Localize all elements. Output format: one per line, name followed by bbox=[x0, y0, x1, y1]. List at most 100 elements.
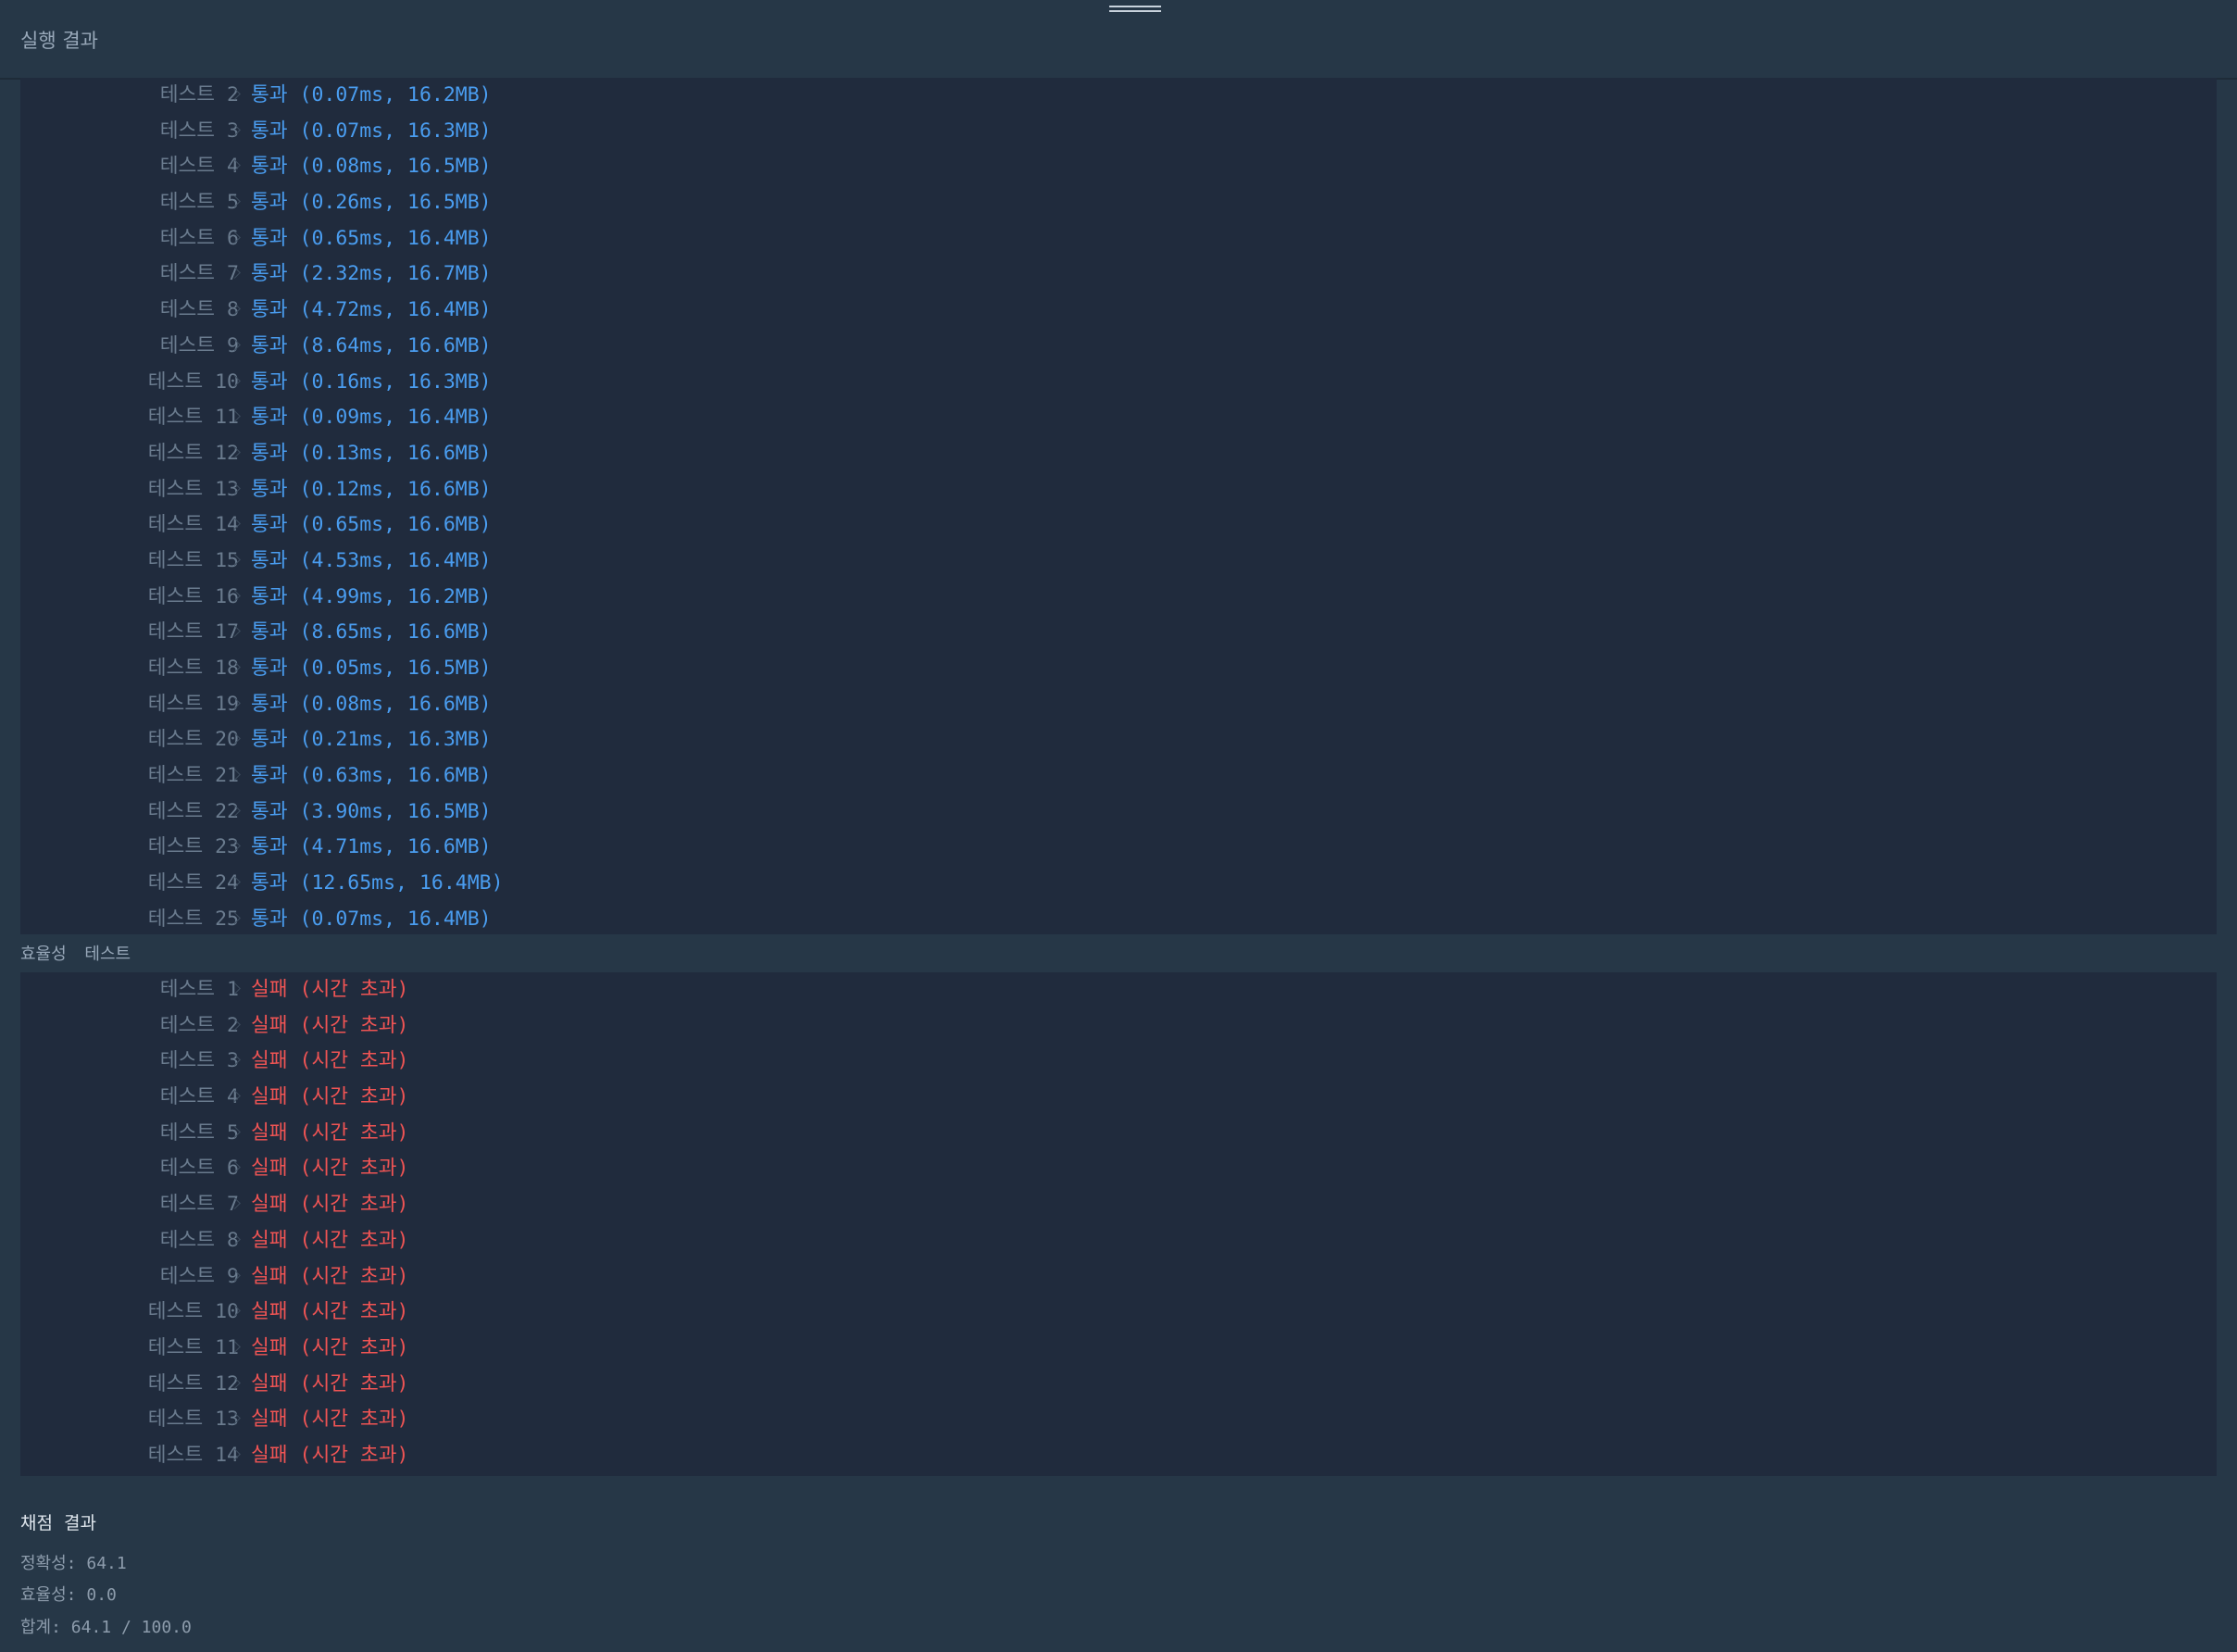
test-result-row: 테스트 14 실패 (시간 초과) bbox=[20, 1438, 2217, 1474]
pass-result: 통과 (8.64ms, 16.6MB) bbox=[251, 333, 492, 357]
test-result-row: 테스트 8 통과 (4.72ms, 16.4MB) bbox=[20, 293, 2217, 329]
test-label: 테스트 3 bbox=[160, 114, 239, 150]
test-label: 테스트 8 bbox=[160, 293, 239, 329]
test-result-row: 테스트 7 실패 (시간 초과) bbox=[20, 1187, 2217, 1223]
fail-result: 실패 (시간 초과) bbox=[251, 978, 409, 1001]
pass-result: 통과 (0.65ms, 16.6MB) bbox=[251, 513, 492, 537]
test-label: 테스트 20 bbox=[148, 722, 239, 758]
pass-result: 통과 (0.07ms, 16.3MB) bbox=[251, 119, 492, 143]
fail-result: 실패 (시간 초과) bbox=[251, 1193, 409, 1217]
resize-handle[interactable] bbox=[1109, 6, 1161, 19]
test-result-row: 테스트 5 통과 (0.26ms, 16.5MB) bbox=[20, 185, 2217, 221]
test-label-text: 테스트 bbox=[147, 1371, 204, 1395]
test-label-text: 테스트 bbox=[159, 83, 216, 106]
test-result-row: 테스트 13 통과 (0.12ms, 16.6MB) bbox=[20, 472, 2217, 508]
pass-result: 통과 (4.99ms, 16.2MB) bbox=[251, 584, 492, 608]
efficiency-test-list: 테스트 1 실패 (시간 초과) 테스트 2 실패 (시간 초과) 테스트 3 실패 (시간 초… bbox=[20, 972, 2217, 1476]
test-result-row: 테스트 2 실패 (시간 초과) bbox=[20, 1008, 2217, 1045]
test-label: 테스트 8 bbox=[160, 1223, 239, 1259]
test-result-row: 테스트 25 통과 (0.07ms, 16.4MB) bbox=[20, 902, 2217, 938]
test-label-text: 테스트 bbox=[147, 728, 204, 752]
test-label: 테스트 6 bbox=[160, 221, 239, 257]
test-label: 테스트 9 bbox=[160, 1259, 239, 1295]
test-label: 테스트 14 bbox=[148, 507, 239, 544]
resize-grip-line bbox=[1109, 10, 1161, 12]
pass-result: 통과 (4.72ms, 16.4MB) bbox=[251, 298, 492, 322]
test-label: 테스트 5 bbox=[160, 185, 239, 221]
test-label-text: 테스트 bbox=[159, 298, 216, 322]
test-result-row: 테스트 10 통과 (0.16ms, 16.3MB) bbox=[20, 365, 2217, 401]
test-label: 테스트 15 bbox=[148, 544, 239, 580]
test-label: 테스트 25 bbox=[148, 902, 239, 938]
test-label: 테스트 22 bbox=[148, 795, 239, 831]
test-label-text: 테스트 bbox=[159, 1193, 216, 1217]
fail-result: 실패 (시간 초과) bbox=[251, 1013, 409, 1037]
test-result-row: 테스트 12 통과 (0.13ms, 16.6MB) bbox=[20, 436, 2217, 472]
test-result-row: 테스트 12 실패 (시간 초과) bbox=[20, 1367, 2217, 1403]
test-label-text: 테스트 bbox=[147, 1443, 204, 1467]
test-result-row: 테스트 17 통과 (8.65ms, 16.6MB) bbox=[20, 615, 2217, 651]
test-label-text: 테스트 bbox=[159, 226, 216, 250]
test-label-text: 테스트 bbox=[147, 907, 204, 931]
test-label-text: 테스트 bbox=[147, 441, 204, 465]
fail-result: 실패 (시간 초과) bbox=[251, 1157, 409, 1181]
resize-grip-line bbox=[1109, 6, 1161, 7]
test-label-text: 테스트 bbox=[147, 835, 204, 859]
test-result-row: 테스트 7 통과 (2.32ms, 16.7MB) bbox=[20, 257, 2217, 293]
fail-result: 실패 (시간 초과) bbox=[251, 1408, 409, 1432]
fail-result: 실패 (시간 초과) bbox=[251, 1228, 409, 1252]
pass-result: 통과 (0.12ms, 16.6MB) bbox=[251, 477, 492, 501]
test-label-text: 테스트 bbox=[147, 1335, 204, 1359]
fail-result: 실패 (시간 초과) bbox=[251, 1443, 409, 1467]
result-window: 실행 결과 테스트 2 통과 (0.07ms, 16.2MB) 테스트 3 통과 (0.0… bbox=[0, 0, 2237, 1652]
test-label: 테스트 11 bbox=[148, 1331, 239, 1367]
pass-result: 통과 (3.90ms, 16.5MB) bbox=[251, 799, 492, 823]
test-label-text: 테스트 bbox=[159, 1013, 216, 1037]
pass-result: 통과 (0.08ms, 16.6MB) bbox=[251, 692, 492, 716]
test-label: 테스트 14 bbox=[148, 1438, 239, 1474]
test-label-text: 테스트 bbox=[147, 657, 204, 680]
test-label-text: 테스트 bbox=[159, 191, 216, 215]
test-result-row: 테스트 4 실패 (시간 초과) bbox=[20, 1080, 2217, 1116]
test-label: 테스트 11 bbox=[148, 400, 239, 436]
test-result-row: 테스트 21 통과 (0.63ms, 16.6MB) bbox=[20, 758, 2217, 795]
test-result-row: 테스트 10 실패 (시간 초과) bbox=[20, 1295, 2217, 1331]
test-label: 테스트 13 bbox=[148, 472, 239, 508]
efficiency-section-title: 효율성 테스트 bbox=[20, 945, 131, 964]
test-label-text: 테스트 bbox=[159, 1120, 216, 1145]
fail-result: 실패 (시간 초과) bbox=[251, 1335, 409, 1359]
pass-result: 통과 (0.13ms, 16.6MB) bbox=[251, 441, 492, 465]
test-label-text: 테스트 bbox=[159, 978, 216, 1001]
test-result-row: 테스트 2 통과 (0.07ms, 16.2MB) bbox=[20, 78, 2217, 114]
accuracy-test-list: 테스트 2 통과 (0.07ms, 16.2MB) 테스트 3 통과 (0.07ms, 1… bbox=[20, 78, 2217, 934]
fail-result: 실패 (시간 초과) bbox=[251, 1049, 409, 1073]
test-result-row: 테스트 9 실패 (시간 초과) bbox=[20, 1259, 2217, 1295]
test-result-row: 테스트 23 통과 (4.71ms, 16.6MB) bbox=[20, 830, 2217, 866]
test-label: 테스트 10 bbox=[148, 1295, 239, 1331]
test-label: 테스트 24 bbox=[148, 866, 239, 902]
test-label-text: 테스트 bbox=[159, 155, 216, 179]
test-label: 테스트 4 bbox=[160, 149, 239, 185]
test-result-row: 테스트 8 실패 (시간 초과) bbox=[20, 1223, 2217, 1259]
test-result-row: 테스트 6 실패 (시간 초과) bbox=[20, 1151, 2217, 1187]
test-label-text: 테스트 bbox=[147, 692, 204, 716]
test-label-text: 테스트 bbox=[159, 1049, 216, 1073]
test-label-text: 테스트 bbox=[159, 1264, 216, 1288]
test-label: 테스트 1 bbox=[160, 972, 239, 1008]
test-result-row: 테스트 14 통과 (0.65ms, 16.6MB) bbox=[20, 507, 2217, 544]
test-result-row: 테스트 22 통과 (3.90ms, 16.5MB) bbox=[20, 795, 2217, 831]
pass-result: 통과 (4.53ms, 16.4MB) bbox=[251, 548, 492, 572]
test-label: 테스트 4 bbox=[160, 1080, 239, 1116]
test-label: 테스트 7 bbox=[160, 257, 239, 293]
efficiency-score: 효율성: 0.0 bbox=[20, 1585, 117, 1605]
test-label: 테스트 10 bbox=[148, 365, 239, 401]
test-result-row: 테스트 16 통과 (4.99ms, 16.2MB) bbox=[20, 580, 2217, 616]
test-result-row: 테스트 18 통과 (0.05ms, 16.5MB) bbox=[20, 651, 2217, 687]
test-label-text: 테스트 bbox=[159, 119, 216, 143]
test-label: 테스트 3 bbox=[160, 1044, 239, 1080]
test-label: 테스트 18 bbox=[148, 651, 239, 687]
pass-result: 통과 (0.09ms, 16.4MB) bbox=[251, 406, 492, 430]
pass-result: 통과 (0.63ms, 16.6MB) bbox=[251, 764, 492, 788]
test-label-text: 테스트 bbox=[159, 1157, 216, 1181]
pass-result: 통과 (8.65ms, 16.6MB) bbox=[251, 620, 492, 645]
